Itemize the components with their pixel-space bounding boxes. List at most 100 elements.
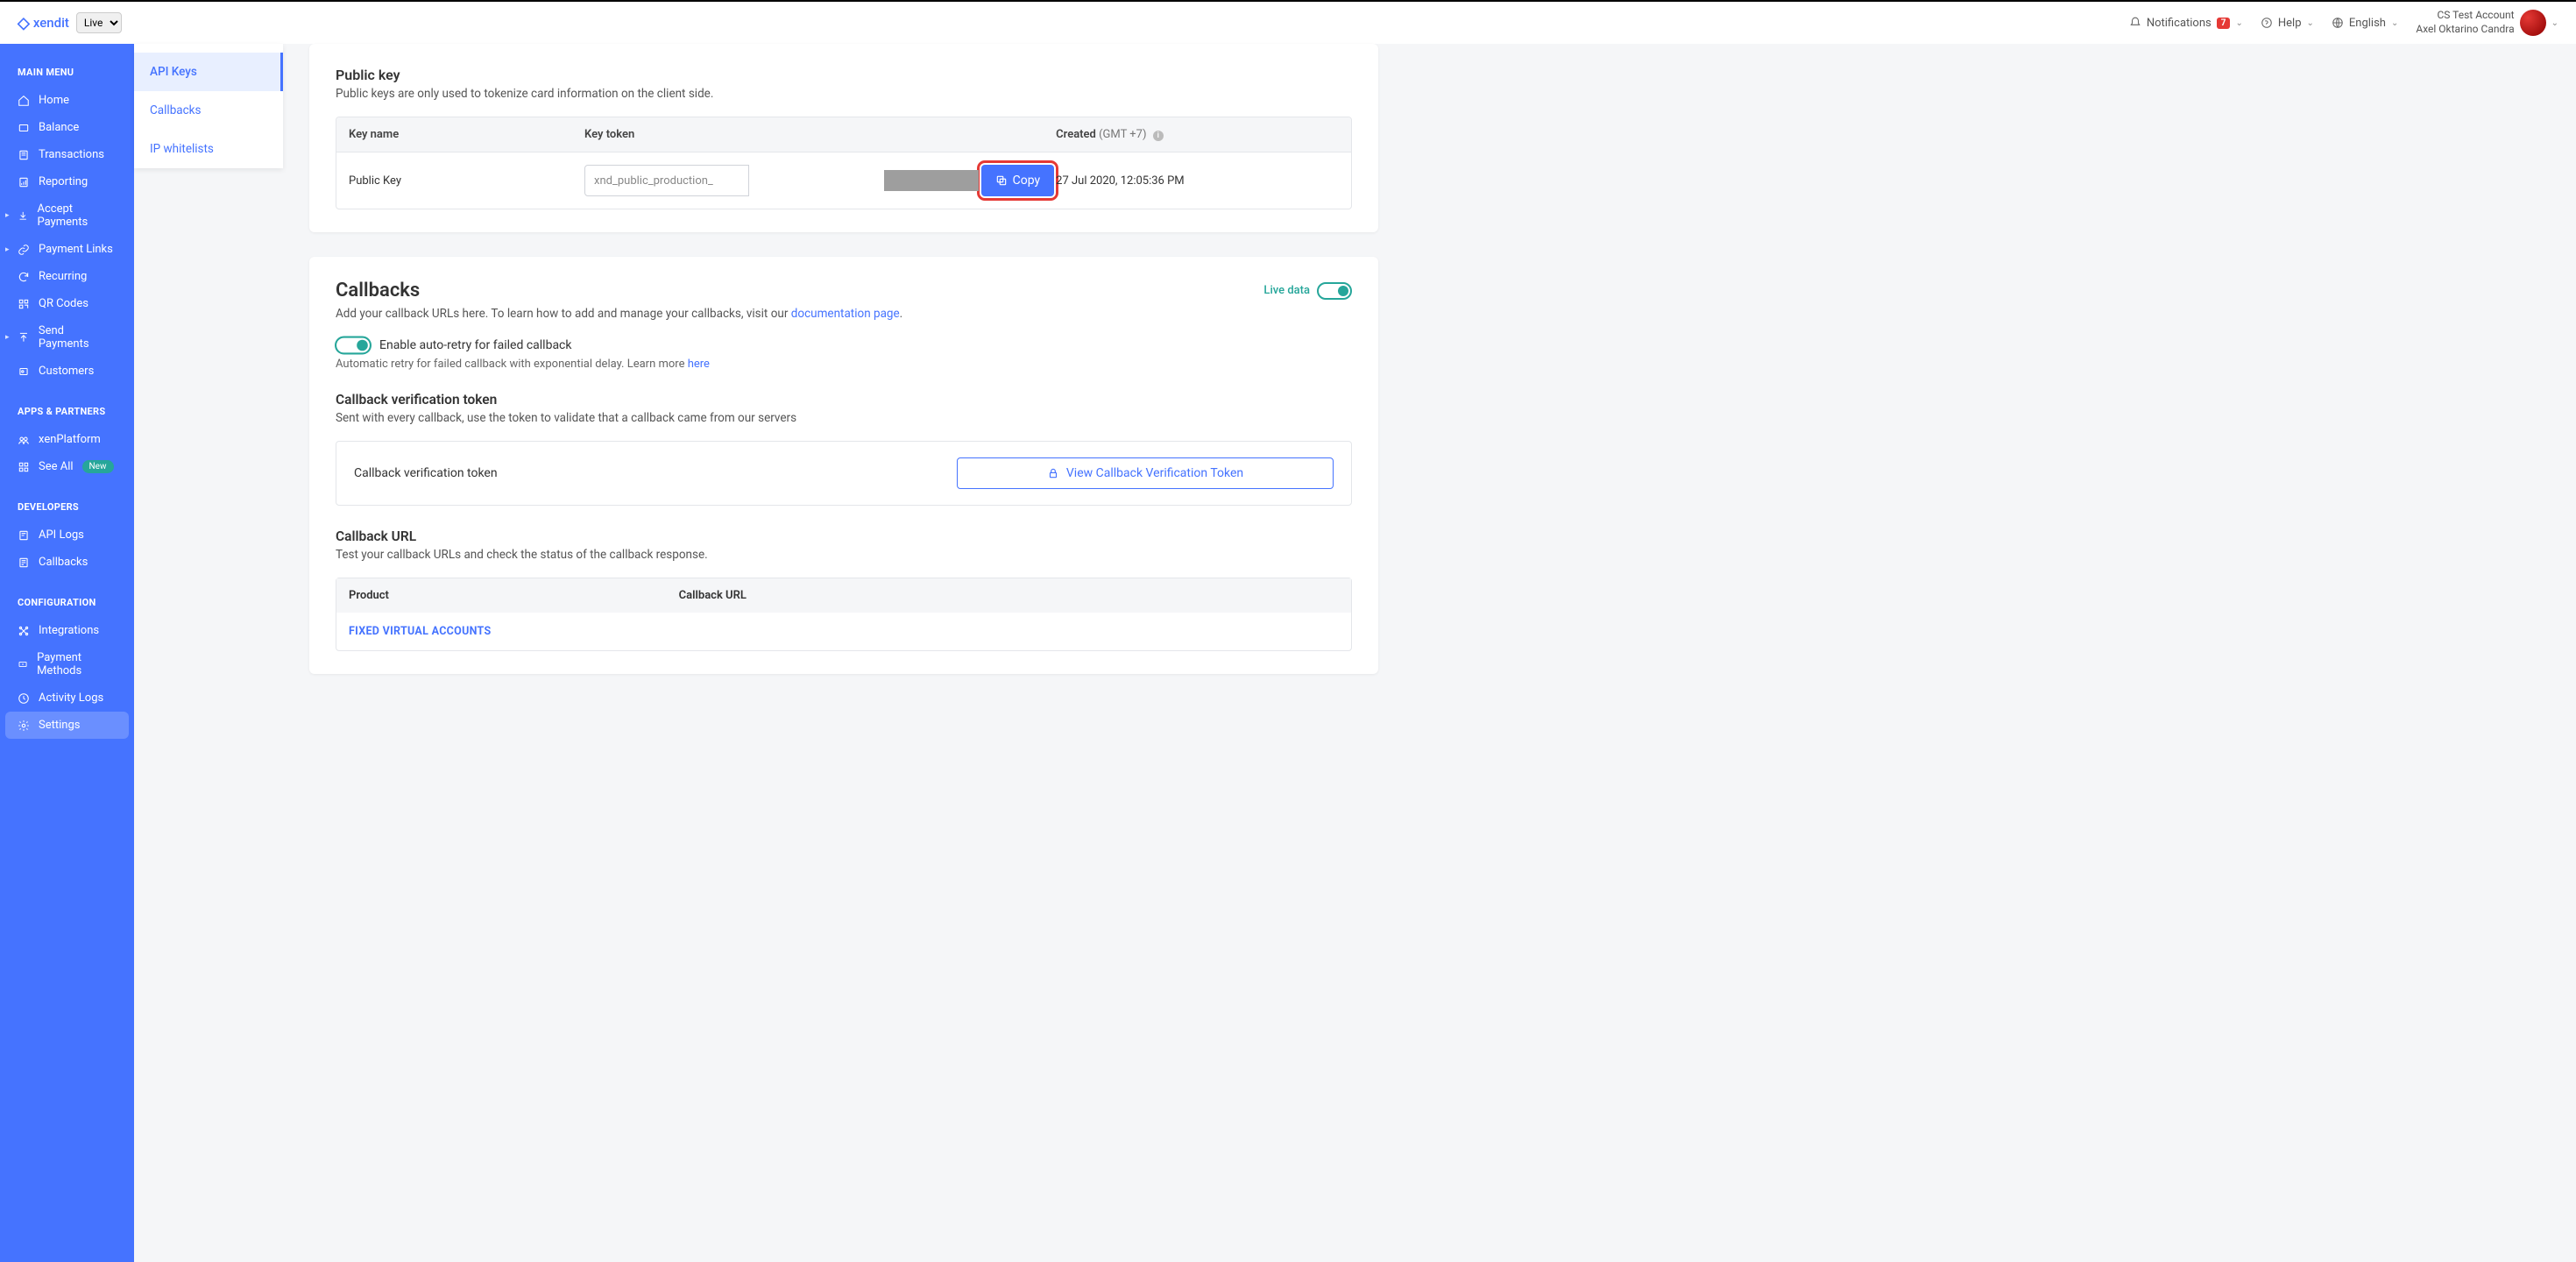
- col-created: Created (GMT +7) i: [1056, 128, 1339, 141]
- sidebar-item-send-payments[interactable]: Send Payments: [0, 317, 134, 358]
- callbacks-header: Callbacks Live data: [336, 280, 1352, 301]
- activity-icon: [18, 692, 30, 705]
- sidebar-item-integrations[interactable]: Integrations: [0, 617, 134, 644]
- category-fixed-virtual-accounts[interactable]: FIXED VIRTUAL ACCOUNTS: [336, 613, 1351, 650]
- sidebar-section-dev: DEVELOPERS: [0, 496, 134, 521]
- sidebar-item-label: Accept Payments: [37, 202, 117, 229]
- info-icon[interactable]: i: [1153, 131, 1164, 141]
- live-data-label: Live data: [1263, 284, 1310, 297]
- sidebar-item-label: Payment Methods: [37, 651, 117, 677]
- lock-icon: [1047, 467, 1059, 479]
- sidebar-item-accept-payments[interactable]: Accept Payments: [0, 195, 134, 236]
- notifications-count: 7: [2217, 18, 2231, 29]
- callback-url-desc: Test your callback URLs and check the st…: [336, 548, 1352, 562]
- globe-icon: [2332, 17, 2344, 29]
- sidebar-item-label: Customers: [39, 365, 94, 378]
- auto-retry-toggle[interactable]: [335, 337, 372, 355]
- sidebar-item-payment-methods[interactable]: Payment Methods: [0, 644, 134, 684]
- sidebar-item-balance[interactable]: Balance: [0, 114, 134, 141]
- verification-token-box: Callback verification token View Callbac…: [336, 441, 1352, 506]
- balance-icon: [18, 122, 30, 134]
- help-icon: [2261, 17, 2273, 29]
- live-data-toggle[interactable]: [1317, 282, 1352, 300]
- customers-icon: [18, 365, 30, 378]
- sidebar-item-label: Home: [39, 94, 69, 107]
- sidebar-item-label: Balance: [39, 121, 79, 134]
- sidebar-item-home[interactable]: Home: [0, 87, 134, 114]
- key-name-value: Public Key: [349, 174, 584, 188]
- public-key-title: Public key: [336, 67, 1352, 83]
- sidebar-item-label: Activity Logs: [39, 691, 103, 705]
- sidebar-item-api-logs[interactable]: API Logs: [0, 521, 134, 549]
- chevron-down-icon: ⌄: [2551, 18, 2558, 28]
- table-header: Product Callback URL: [336, 578, 1351, 613]
- language-menu[interactable]: English ⌄: [2332, 17, 2398, 30]
- sidebar-item-activity-logs[interactable]: Activity Logs: [0, 684, 134, 712]
- home-icon: [18, 95, 30, 107]
- sidebar-item-label: QR Codes: [39, 297, 88, 310]
- link-icon: [18, 244, 30, 256]
- sidebar-item-label: See All: [39, 460, 74, 473]
- account-name: CS Test Account: [2416, 9, 2514, 23]
- auto-retry-learn-more-link[interactable]: here: [688, 358, 710, 371]
- view-verification-token-button[interactable]: View Callback Verification Token: [957, 457, 1334, 489]
- token-cell: Copy: [584, 163, 1056, 198]
- auto-retry-label: Enable auto-retry for failed callback: [379, 338, 571, 352]
- subnav-ip-whitelists[interactable]: IP whitelists: [134, 130, 283, 168]
- callback-url-table: Product Callback URL FIXED VIRTUAL ACCOU…: [336, 578, 1352, 651]
- sidebar-item-transactions[interactable]: Transactions: [0, 141, 134, 168]
- notifications-menu[interactable]: Notifications 7 ⌄: [2129, 17, 2243, 30]
- download-icon: [18, 209, 28, 222]
- sidebar-section-main: MAIN MENU: [0, 61, 134, 87]
- sidebar-item-label: Integrations: [39, 624, 99, 637]
- sidebar-section-config: CONFIGURATION: [0, 592, 134, 617]
- public-key-desc: Public keys are only used to tokenize ca…: [336, 87, 1352, 101]
- sidebar-item-reporting[interactable]: Reporting: [0, 168, 134, 195]
- main-content: Public key Public keys are only used to …: [283, 44, 1405, 1262]
- logo[interactable]: ◇ xendit: [18, 14, 69, 32]
- col-product: Product: [349, 589, 679, 602]
- token-input[interactable]: [584, 165, 749, 196]
- account-info: CS Test Account Axel Oktarino Candra: [2416, 9, 2514, 36]
- logs-icon: [18, 529, 30, 542]
- sidebar-item-callbacks[interactable]: Callbacks: [0, 549, 134, 576]
- chevron-down-icon: ⌄: [2307, 18, 2314, 28]
- sidebar-item-payment-links[interactable]: Payment Links: [0, 236, 134, 263]
- table-row: Public Key Copy 27 Jul 2020, 12:05:36: [336, 152, 1351, 209]
- sidebar-item-label: Reporting: [39, 175, 88, 188]
- bell-icon: [2129, 17, 2141, 29]
- sidebar-item-qr-codes[interactable]: QR Codes: [0, 290, 134, 317]
- help-menu[interactable]: Help ⌄: [2261, 17, 2314, 30]
- col-callback-url: Callback URL: [679, 589, 1339, 602]
- sidebar-item-settings[interactable]: Settings: [5, 712, 129, 739]
- sidebar-item-xenplatform[interactable]: xenPlatform: [0, 426, 134, 453]
- avatar: [2520, 10, 2546, 36]
- logo-text: xendit: [33, 15, 69, 31]
- sidebar-item-see-all[interactable]: See All New: [0, 453, 134, 480]
- subnav-api-keys[interactable]: API Keys: [134, 53, 283, 91]
- callback-url-title: Callback URL: [336, 528, 1352, 544]
- sidebar-item-label: API Logs: [39, 528, 84, 542]
- recurring-icon: [18, 271, 30, 283]
- view-button-label: View Callback Verification Token: [1066, 466, 1243, 480]
- copy-button[interactable]: Copy: [981, 165, 1055, 196]
- sidebar-item-label: Settings: [39, 719, 80, 732]
- copy-icon: [995, 174, 1008, 187]
- sidebar-item-label: Payment Links: [39, 243, 113, 256]
- sidebar-item-recurring[interactable]: Recurring: [0, 263, 134, 290]
- col-key-name: Key name: [349, 128, 584, 141]
- sidebar-item-customers[interactable]: Customers: [0, 358, 134, 385]
- callbacks-title: Callbacks: [336, 280, 420, 301]
- documentation-link[interactable]: documentation page: [791, 307, 900, 321]
- upload-icon: [18, 331, 30, 344]
- account-menu[interactable]: CS Test Account Axel Oktarino Candra ⌄: [2416, 9, 2558, 36]
- transactions-icon: [18, 149, 30, 161]
- environment-select[interactable]: Live: [76, 12, 122, 33]
- verif-row-label: Callback verification token: [354, 466, 498, 480]
- settings-sub-nav: API Keys Callbacks IP whitelists: [134, 44, 283, 168]
- sidebar-item-label: Recurring: [39, 270, 87, 283]
- live-data-toggle-wrap: Live data: [1263, 282, 1352, 300]
- gear-icon: [18, 720, 30, 732]
- integrations-icon: [18, 625, 30, 637]
- subnav-callbacks[interactable]: Callbacks: [134, 91, 283, 130]
